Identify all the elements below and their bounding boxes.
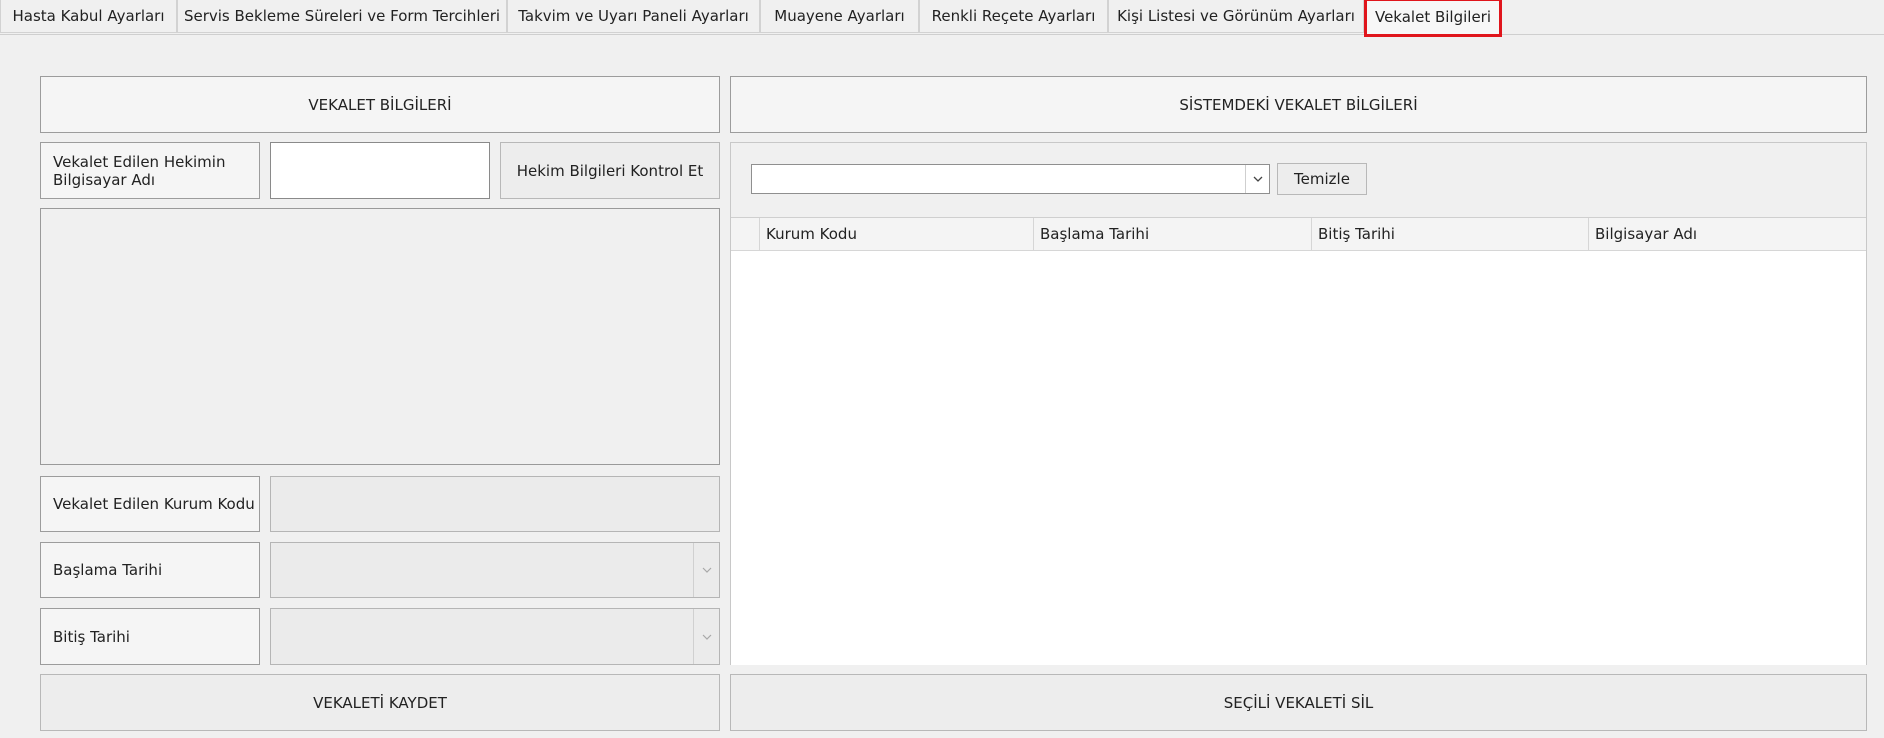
delete-selected-proxy-button[interactable]: SEÇİLİ VEKALETİ SİL [730,674,1867,731]
chevron-down-icon [693,543,719,597]
doctor-info-area [40,208,720,465]
tab-kisi-listesi[interactable]: Kişi Listesi ve Görünüm Ayarları [1108,0,1364,33]
column-header-bitis-tarihi[interactable]: Bitiş Tarihi [1311,218,1588,250]
tab-muayene[interactable]: Muayene Ayarları [760,0,919,33]
proxy-grid: Kurum Kodu Başlama Tarihi Bitiş Tarihi B… [731,217,1866,665]
vekalet-bilgileri-header: VEKALET BİLGİLERİ [40,76,720,133]
tab-vekalet-bilgileri[interactable]: Vekalet Bilgileri [1364,0,1502,37]
column-header-baslama-tarihi[interactable]: Başlama Tarihi [1033,218,1311,250]
chevron-down-icon[interactable] [1245,165,1269,193]
check-doctor-info-button[interactable]: Hekim Bilgileri Kontrol Et [500,142,720,199]
institution-code-label: Vekalet Edilen Kurum Kodu [40,476,260,532]
end-date-label: Bitiş Tarihi [40,608,260,665]
tab-takvim-uyari[interactable]: Takvim ve Uyarı Paneli Ayarları [507,0,760,33]
system-proxy-panel: Temizle Kurum Kodu Başlama Tarihi Bitiş … [730,142,1867,665]
end-date-select [270,608,720,665]
system-proxy-header: SİSTEMDEKİ VEKALET BİLGİLERİ [730,76,1867,133]
tab-bar: Hasta Kabul Ayarları Servis Bekleme Süre… [0,0,1884,37]
proxy-filter-select[interactable] [751,164,1270,194]
row-indicator-header [731,218,759,250]
start-date-select [270,542,720,598]
grid-header: Kurum Kodu Başlama Tarihi Bitiş Tarihi B… [731,218,1866,251]
computer-name-label: Vekalet Edilen Hekimin Bilgisayar Adı [40,142,260,199]
column-header-bilgisayar-adi[interactable]: Bilgisayar Adı [1588,218,1866,250]
save-proxy-button[interactable]: VEKALETİ KAYDET [40,674,720,731]
clear-button[interactable]: Temizle [1277,163,1367,195]
tab-renkli-recete[interactable]: Renkli Reçete Ayarları [919,0,1108,33]
institution-code-field [270,476,720,532]
computer-name-input[interactable] [270,142,490,199]
start-date-label: Başlama Tarihi [40,542,260,598]
column-header-kurum-kodu[interactable]: Kurum Kodu [759,218,1033,250]
chevron-down-icon [693,609,719,664]
tab-hasta-kabul[interactable]: Hasta Kabul Ayarları [0,0,177,33]
tab-servis-bekleme[interactable]: Servis Bekleme Süreleri ve Form Tercihle… [177,0,507,33]
